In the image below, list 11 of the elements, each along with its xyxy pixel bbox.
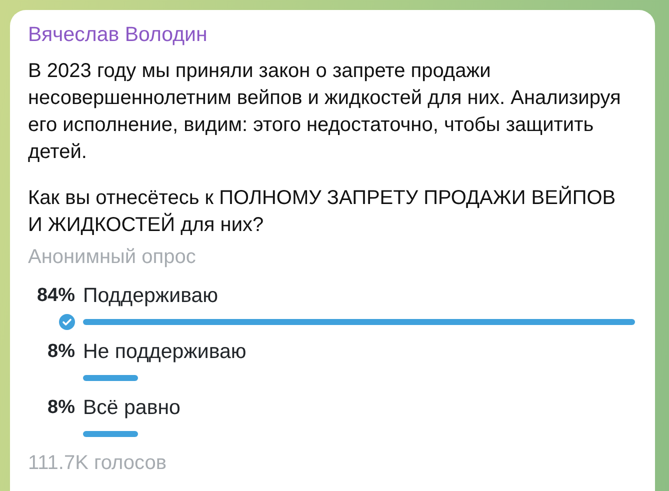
- message-text: Как вы отнесётесь к ПОЛНОМУ ЗАПРЕТУ ПРОДАЖИ ВЕЙПОВ И ЖИДКОСТЕЙ для них?: [28, 185, 617, 238]
- option-label: Поддерживаю: [83, 285, 218, 309]
- vote-percent: 8%: [48, 341, 75, 363]
- option-label: Всё равно: [83, 397, 180, 421]
- author-name: Вячеслав Володин: [28, 24, 208, 46]
- option-label: Не поддерживаю: [83, 341, 246, 365]
- message-text: В 2023 году мы приняли закон о запрете продажи несовершеннолетним вейпов и жидкостей для них. Анализируя его исполнение, видим: этого недостаточно, чтобы защитить детей.: [28, 59, 622, 165]
- vote-count: 111.7K голосов: [28, 452, 167, 474]
- vote-percent: 84%: [36, 285, 75, 307]
- poll-type: Анонимный опрос: [28, 246, 196, 268]
- vote-percent: 8%: [48, 397, 75, 419]
